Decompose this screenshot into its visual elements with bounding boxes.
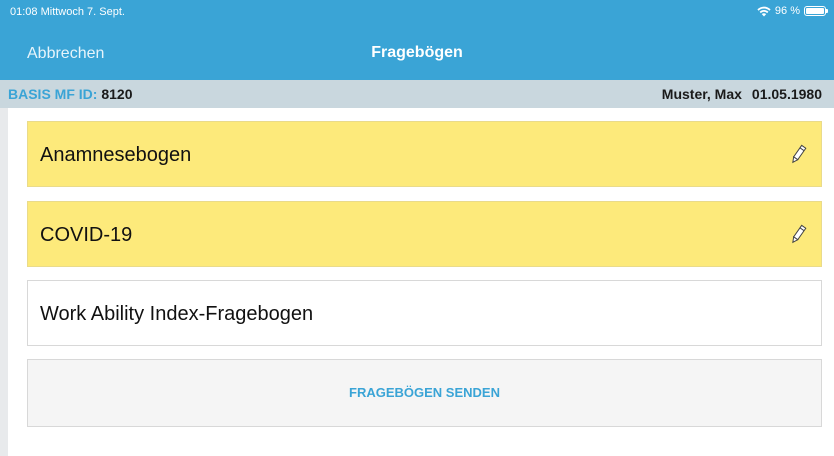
pencil-icon[interactable]	[787, 144, 809, 166]
patient-birth-date: 01.05.1980	[751, 86, 822, 102]
nav-bar: Abbrechen Fragebögen	[0, 24, 834, 80]
wifi-icon	[757, 6, 771, 16]
patient-details: Muster, Max 01.05.1980	[662, 86, 822, 102]
basis-id-value: 8120	[101, 86, 133, 102]
status-bar: 01:08 Mittwoch 7. Sept. 96 %	[0, 0, 834, 24]
questionnaire-label: COVID-19	[40, 224, 133, 246]
basis-id: BASIS MF ID: 8120	[8, 86, 133, 102]
questionnaire-label: Work Ability Index-Fragebogen	[40, 303, 314, 325]
patient-info-bar: BASIS MF ID: 8120 Muster, Max 01.05.1980	[0, 80, 834, 108]
pencil-icon[interactable]	[787, 224, 809, 246]
battery-icon	[804, 6, 828, 16]
questionnaire-label: Anamnesebogen	[40, 144, 192, 166]
battery-percent: 96 %	[774, 5, 800, 17]
send-questionnaires-button[interactable]: FRAGEBÖGEN SENDEN	[27, 359, 822, 427]
patient-name: Muster, Max	[661, 86, 742, 102]
status-right-group: 96 %	[757, 5, 828, 17]
status-time-date: 01:08 Mittwoch 7. Sept.	[10, 6, 125, 18]
questionnaire-item-covid-19[interactable]: COVID-19	[27, 201, 822, 267]
questionnaire-item-work-ability-index[interactable]: Work Ability Index-Fragebogen	[27, 280, 822, 346]
questionnaire-list: Anamnesebogen COVID-19 Work Ability Inde…	[8, 108, 834, 456]
page-title: Fragebögen	[371, 44, 463, 61]
questionnaire-item-anamnesebogen[interactable]: Anamnesebogen	[27, 121, 822, 187]
basis-id-label: BASIS MF ID:	[8, 86, 98, 102]
